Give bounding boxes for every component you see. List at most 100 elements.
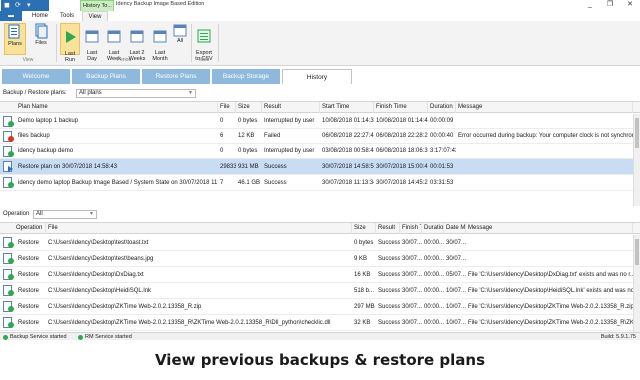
file-menu-icon: ▬ [8,13,14,19]
col-finish-time[interactable]: Finish Time [374,102,428,113]
col-size[interactable]: Size [352,223,376,234]
tab-welcome[interactable]: Welcome [2,69,70,84]
op-date-modified: 05/07.... [446,271,466,278]
tab-tools[interactable]: Tools [56,11,78,21]
last-run-button[interactable]: Last Run [60,23,80,63]
scrollbar-thumb[interactable] [635,239,639,265]
restore-plan-icon [3,161,13,172]
op-type: Restore [18,287,40,294]
plan-start: 06/08/2018 22:27:42 [322,133,374,139]
plan-duration: 3:17:07:43 [430,148,456,154]
plans-row[interactable]: files backup 6 12 KB Failed 06/08/2018 2… [0,129,640,144]
plans-button[interactable]: Plans [4,23,26,55]
op-result: Success [378,239,400,246]
last-day-button[interactable]: Last Day [82,23,102,62]
operations-scrollbar[interactable] [633,235,640,332]
col-message[interactable]: Message [456,102,633,113]
plan-file: 6 [220,133,224,139]
op-duration: 00:00... [424,287,444,294]
op-duration: 00:00... [424,255,444,262]
col-date-modified[interactable]: Date M [444,223,466,234]
plan-size: 12 KB [238,133,255,139]
tab-backup-plans[interactable]: Backup Plans [72,69,140,84]
operation-filter-bar: Operation All ▼ [0,209,640,220]
last-month-button[interactable]: Last Month [150,23,170,62]
app-menu-icon[interactable]: ◼ [4,1,10,10]
operation-filter-select[interactable]: All ▼ [33,210,97,219]
plans-row[interactable]: Demo laptop 1 backup 0 0 bytes Interrupt… [0,114,640,129]
operation-row[interactable]: Restore C:\Users\Idency\Desktop\test\bea… [0,251,640,267]
col-plan-name[interactable]: Plan Name [0,102,218,113]
plan-size: 46.1 GB [238,179,261,186]
dropdown-icon[interactable]: ▾ [27,1,31,10]
operation-filter-value: All [36,211,43,217]
plans-filter-select[interactable]: All plans ▼ [76,89,196,98]
file-tab[interactable]: ▬ [0,11,22,21]
op-message: File 'C:\Users\Idency\Desktop\DxDiag.txt… [468,271,633,278]
plans-filter-bar: Backup / Restore plans: All plans ▼ [0,88,640,99]
op-message [466,251,633,266]
col-duration[interactable]: Duration [428,102,456,113]
plans-filter-value: All plans [79,90,102,96]
operation-row[interactable]: Restore C:\Users\Idency\Desktop\HeidiSQL… [0,283,640,299]
plans-row[interactable]: idency backup demo 0 0 bytes Interrupted… [0,144,640,159]
restore-file-icon [3,253,14,264]
plan-result: Interrupted by user [264,148,315,154]
col-finish-time[interactable]: Finish T [400,223,422,234]
operation-row[interactable]: Restore C:\Users\Idency\Desktop\ZKTime W… [0,299,640,315]
tab-view[interactable]: View [82,11,108,21]
col-size[interactable]: Size [236,102,262,113]
op-duration: 00:00... [424,239,444,246]
plans-icon [8,24,20,39]
op-file: C:\Users\Idency\Desktop\test\beans.jpg [48,255,154,262]
op-duration: 00:00... [424,319,444,326]
last-week-button[interactable]: Last Week [104,23,124,62]
backup-plan-icon [3,146,14,157]
all-button[interactable]: All [172,23,188,55]
plan-finish: 06/08/2018 18:06:31 [376,148,428,154]
main-tab-strip: Welcome Backup Plans Restore Plans Backu… [0,69,640,84]
tab-restore-plans[interactable]: Restore Plans [142,69,210,84]
op-date-modified: 30/07.... [446,255,466,262]
restore-button[interactable]: ❐ [600,0,620,11]
col-file[interactable]: File [46,223,352,234]
refresh-icon[interactable]: ⟳ [15,1,21,10]
status-ok-icon [3,334,8,340]
last-2weeks-button[interactable]: Last 2 Weeks [126,23,148,62]
minimize-button[interactable]: _ [580,0,600,11]
operation-row[interactable]: Restore C:\Users\Idency\Desktop\DxDiag.t… [0,267,640,283]
plan-finish: 06/08/2018 22:28:22 [376,133,428,139]
plan-duration: 03:31:53 [430,179,454,186]
scrollbar-thumb[interactable] [635,118,639,148]
context-tab[interactable]: History To... [80,0,114,11]
col-result[interactable]: Result [376,223,400,234]
files-button[interactable]: Files [30,23,52,55]
restore-file-icon [3,317,14,328]
operation-row[interactable]: Restore C:\Users\Idency\Desktop\ZKTime W… [0,315,640,331]
col-start-time[interactable]: Start Time [320,102,374,113]
op-type: Restore [18,271,40,278]
tab-history[interactable]: History [282,69,352,84]
col-file[interactable]: File [218,102,236,113]
tab-home[interactable]: Home [26,11,54,21]
plan-file: 7 [220,179,224,186]
plans-row[interactable]: idency demo laptop Backup Image Based / … [0,175,640,191]
col-operation[interactable]: Operation [0,223,46,234]
tab-backup-storage[interactable]: Backup Storage [212,69,280,84]
plan-duration: 00:00:09 [430,118,454,124]
plans-row-selected[interactable]: Restore plan on 30/07/2018 14:58:43 2983… [0,159,640,175]
group-divider [218,24,219,62]
operation-filter-label: Operation [3,211,30,217]
plans-scrollbar[interactable] [633,114,640,206]
export-csv-button[interactable]: Export to CSV [194,23,214,62]
csv-export-icon [197,29,211,43]
col-duration[interactable]: Duratio [422,223,444,234]
col-message[interactable]: Message [466,223,633,234]
plan-result: Success [264,163,287,170]
calendar-icon [107,30,121,43]
all-label: All [176,38,184,44]
operation-row[interactable]: Restore C:\Users\Idency\Desktop\test\toa… [0,235,640,251]
close-button[interactable]: ✕ [620,0,640,11]
restore-file-icon [3,285,14,296]
col-result[interactable]: Result [262,102,320,113]
